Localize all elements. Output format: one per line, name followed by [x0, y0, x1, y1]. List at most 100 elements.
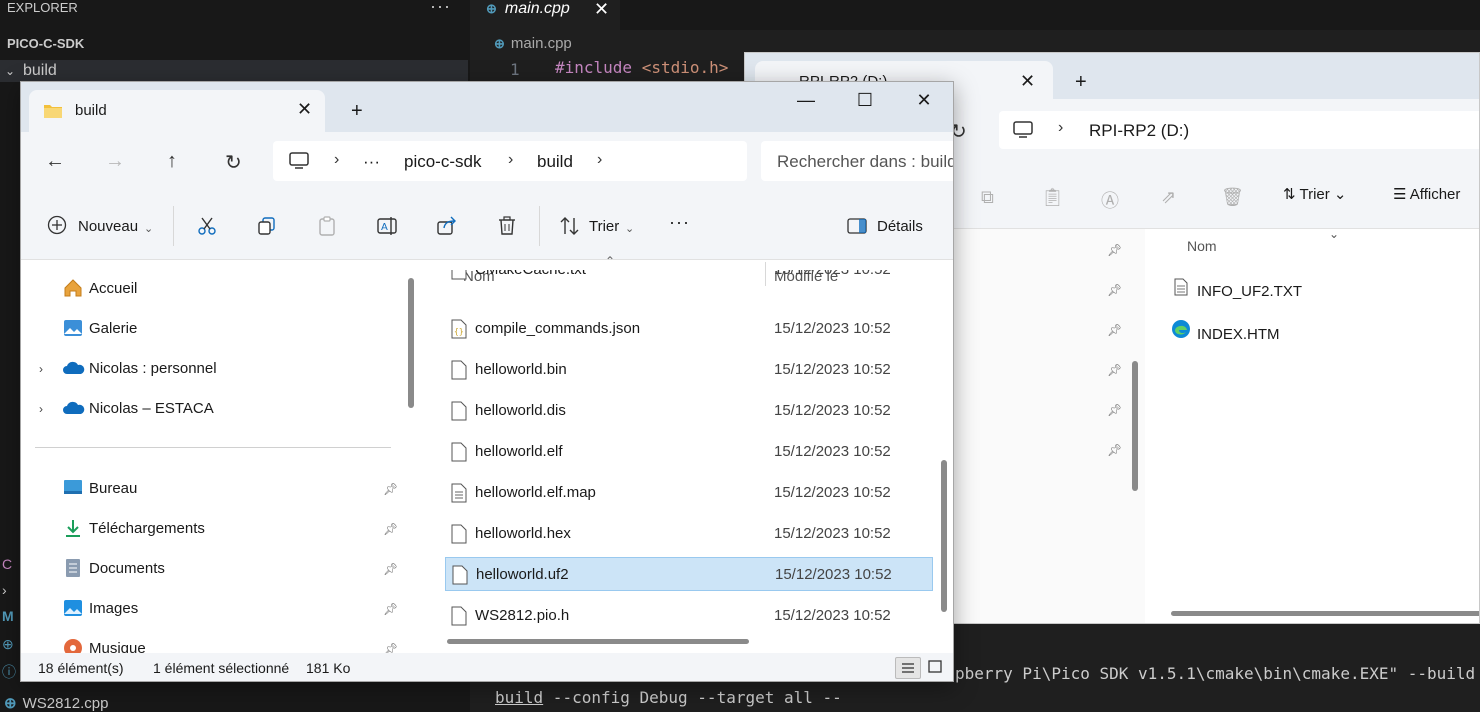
back-arrow-icon[interactable]: ← [45, 150, 65, 173]
terminal-line: pberry Pi\Pico SDK v1.5.1\cmake\bin\cmak… [955, 664, 1480, 683]
add-tab-icon[interactable]: + [1075, 71, 1087, 94]
file-name: compile_commands.json [475, 320, 641, 337]
address-bar[interactable] [999, 111, 1479, 149]
close-window-icon[interactable]: ✕ [909, 90, 939, 111]
tiles-view-button[interactable] [923, 657, 949, 679]
table-row[interactable]: helloworld.hex 15/12/2023 10:52 [445, 517, 933, 551]
search-input[interactable]: Rechercher dans : build [777, 152, 953, 172]
pin-icon[interactable]: 📌︎ [1107, 403, 1122, 417]
pin-icon[interactable]: 📌︎ [383, 562, 398, 576]
svg-text:A: A [381, 222, 388, 233]
table-row[interactable]: WS2812.pio.h 15/12/2023 10:52 [445, 599, 933, 633]
new-button-label[interactable]: Nouveau [78, 218, 138, 235]
list-item[interactable]: INDEX.HTM [1171, 319, 1280, 343]
download-icon [66, 520, 80, 537]
terminal-link[interactable]: build [495, 688, 543, 707]
sort-button[interactable]: Trier [589, 218, 619, 235]
sort-button[interactable]: ⇅ Trier ⌄ [1283, 185, 1347, 203]
file-name: helloworld.hex [475, 525, 571, 542]
pin-icon[interactable]: 📌︎ [383, 482, 398, 496]
sidebar-file-ws2812-cpp[interactable]: ⊕ WS2812.cpp [4, 694, 108, 712]
forward-arrow-icon[interactable]: → [105, 150, 125, 173]
up-arrow-icon[interactable]: ↑ [167, 150, 177, 173]
refresh-icon[interactable]: ↻ [225, 150, 242, 175]
line-number: 1 [510, 60, 520, 79]
table-row[interactable]: helloworld.dis 15/12/2023 10:52 [445, 394, 933, 428]
table-row[interactable]: {} compile_commands.json 15/12/2023 10:5… [445, 312, 933, 346]
chevron-right-icon[interactable]: › [39, 362, 43, 376]
pin-icon[interactable]: 📌︎ [1107, 283, 1122, 297]
pin-icon[interactable]: 📌︎ [1107, 443, 1122, 457]
table-row[interactable]: helloworld.elf.map 15/12/2023 10:52 [445, 476, 933, 510]
share-icon[interactable]: ⇗ [1161, 187, 1176, 208]
pin-icon[interactable]: 📌︎ [1107, 363, 1122, 377]
pin-icon[interactable]: 📌︎ [1107, 243, 1122, 257]
paste-icon[interactable] [317, 216, 337, 236]
scrollbar[interactable] [1132, 361, 1138, 491]
details-pane-icon[interactable] [847, 218, 867, 234]
minimize-icon[interactable]: — [791, 90, 821, 111]
details-button[interactable]: Détails [877, 218, 923, 235]
share-icon[interactable] [437, 216, 457, 236]
scrollbar[interactable] [1171, 611, 1479, 616]
copy-icon[interactable] [257, 216, 277, 236]
json-file-icon: {} [451, 319, 467, 339]
breadcrumb-overflow[interactable]: ··· [363, 152, 380, 172]
file-date: 15/12/2023 10:52 [774, 270, 891, 278]
workspace-root[interactable]: PICO-C-SDK [7, 36, 84, 51]
pin-icon[interactable]: 📌︎ [383, 522, 398, 536]
tab-build[interactable]: build ✕ [29, 90, 325, 134]
breadcrumb-build[interactable]: build [537, 152, 573, 172]
table-row[interactable]: helloworld.elf 15/12/2023 10:52 [445, 435, 933, 469]
text-file-icon [451, 483, 467, 503]
rename-icon[interactable]: Ⓐ [1101, 187, 1119, 213]
copy-icon[interactable]: ⧉ [981, 187, 994, 208]
chevron-right-icon[interactable]: › [39, 402, 43, 416]
explorer-more-button[interactable]: ··· [430, 0, 451, 17]
selection-count: 1 élément sélectionné [153, 660, 290, 676]
scrollbar[interactable] [408, 278, 414, 408]
scrollbar[interactable] [941, 460, 947, 612]
chevron-right-icon: › [2, 582, 7, 598]
sort-icon[interactable] [559, 216, 581, 236]
view-button[interactable]: ☰ Afficher [1393, 185, 1460, 203]
breadcrumb-pico-c-sdk[interactable]: pico-c-sdk [404, 152, 481, 172]
rename-icon[interactable]: A [377, 216, 397, 236]
table-row[interactable]: helloworld.bin 15/12/2023 10:52 [445, 353, 933, 387]
nav-label: Accueil [89, 280, 138, 297]
delete-icon[interactable]: 🗑︎ [1221, 187, 1244, 208]
details-view-button[interactable] [895, 657, 921, 679]
close-icon[interactable]: ✕ [1020, 71, 1035, 92]
pin-icon[interactable]: 📌︎ [1107, 323, 1122, 337]
editor-breadcrumb[interactable]: ⊕ main.cpp [494, 35, 572, 52]
pin-icon[interactable]: 📌︎ [383, 602, 398, 616]
build-folder-row[interactable] [0, 60, 468, 82]
more-options-button[interactable]: ··· [669, 212, 690, 233]
cut-icon[interactable] [197, 216, 217, 236]
code-keyword: #include [555, 58, 633, 77]
list-item[interactable]: INFO_UF2.TXT [1171, 278, 1302, 300]
gallery-icon [64, 320, 82, 336]
chevron-right-icon[interactable]: › [597, 151, 602, 169]
build-folder-label: build [23, 62, 57, 79]
table-row[interactable]: CMakeCache.txt 15/12/2023 10:52 [445, 270, 933, 292]
code-line[interactable]: #include <stdio.h> [555, 58, 728, 77]
close-icon[interactable]: ✕ [594, 0, 609, 18]
build-folder[interactable]: ⌄ build [5, 62, 57, 80]
tab-main-cpp[interactable]: ⊕ main.cpp ✕ [470, 0, 620, 30]
cpp-file-icon: ⊕ [2, 636, 14, 652]
add-tab-icon[interactable]: + [351, 100, 363, 123]
paste-icon[interactable]: 📋︎ [1041, 187, 1064, 208]
table-row-selected[interactable]: helloworld.uf2 15/12/2023 10:52 [445, 557, 933, 591]
computer-icon[interactable] [289, 152, 309, 170]
explorer-window-build: build ✕ + — ☐ ✕ ← → ↑ ↻ › ··· pico-c-sdk… [20, 81, 954, 682]
command-bar [21, 192, 953, 260]
close-icon[interactable]: ✕ [297, 99, 312, 120]
scrollbar[interactable] [447, 639, 749, 644]
computer-icon [1013, 121, 1033, 138]
maximize-icon[interactable]: ☐ [850, 90, 880, 111]
address-current[interactable]: RPI-RP2 (D:) [1089, 121, 1189, 141]
new-button[interactable] [47, 215, 67, 238]
delete-icon[interactable] [497, 216, 517, 236]
column-header-name[interactable]: Nom [1187, 238, 1217, 254]
